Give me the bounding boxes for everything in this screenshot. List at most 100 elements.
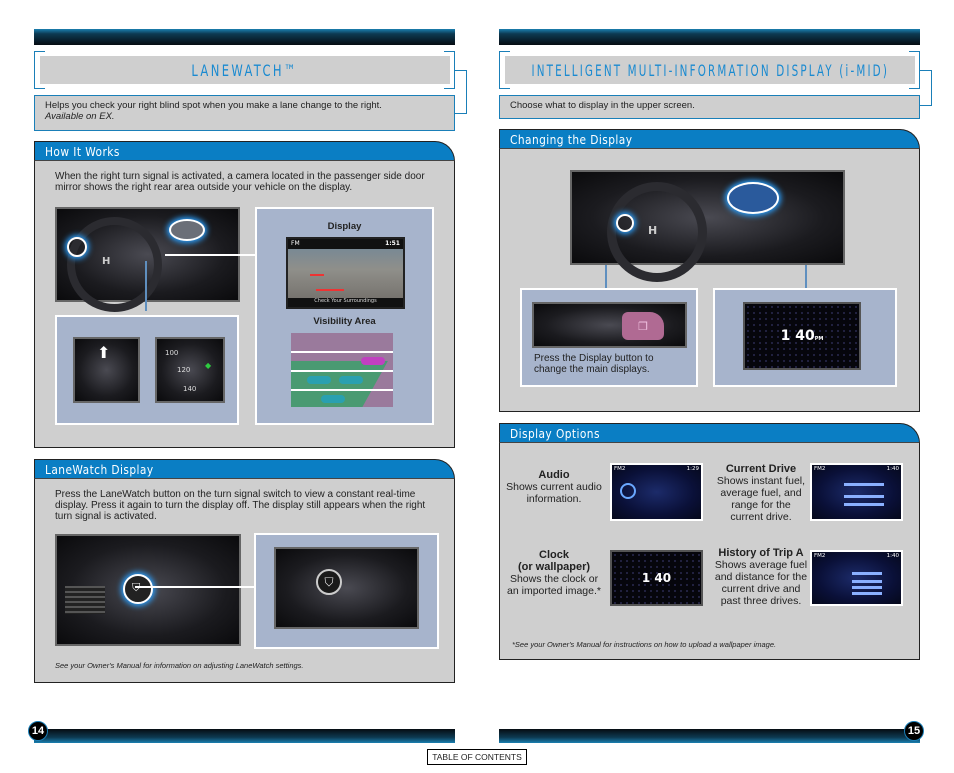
display-options-panel: Audio Shows current audio information. F… (499, 443, 920, 660)
lanewatch-button-closeup: ⛉ (274, 547, 419, 629)
left-top-bar (34, 29, 455, 45)
turn-signal-stalk-photo: ⬆ (73, 337, 140, 403)
clock-wallpaper-screen: 1 40 (610, 550, 703, 606)
display-inset: Display FM 1:51 Check Your Surroundings … (255, 207, 434, 425)
fuel-bar (844, 495, 884, 498)
radio-icon (620, 483, 636, 499)
title-connector (455, 70, 467, 114)
screen-source: FM2 (614, 466, 626, 472)
screen-status-bar: FM2 1:40 (814, 466, 899, 472)
screen-status-bar: FM 1:51 (288, 239, 403, 249)
turn-signal-inset: ⬆ 100 120 140 ◆ (55, 315, 239, 425)
arrow-up-icon: ⬆ (97, 343, 111, 362)
subtitle-text: Helps you check your right blind spot wh… (45, 100, 382, 111)
option-current-drive: Current Drive Shows instant fuel, averag… (714, 463, 808, 523)
right-bottom-bar (499, 729, 920, 743)
imid-dashboard-photo: H (570, 170, 845, 282)
clock-value: 1 40 (641, 571, 672, 585)
visibility-diagram (291, 333, 393, 407)
green-arrow-icon: ◆ (205, 361, 212, 370)
connector-line (805, 265, 807, 289)
display-button-inset: ❐ Press the Display button to change the… (520, 288, 698, 387)
display-label: Display (327, 221, 362, 232)
lanewatch-display-text: Press the LaneWatch button on the turn s… (55, 489, 426, 522)
option-title-2: (or wallpaper) (517, 561, 591, 573)
option-audio: Audio Shows current audio information. (504, 469, 604, 505)
how-it-works-header: How It Works (34, 141, 455, 161)
car-icon (321, 395, 345, 403)
changing-display-heading: Changing the Display (510, 132, 633, 147)
changing-display-panel: H ❐ Press the Display button to change t… (499, 149, 920, 412)
screen-time: 1:51 (385, 240, 400, 247)
option-desc: Shows the clock or an imported image.* (507, 573, 601, 597)
visibility-label: Visibility Area (313, 316, 376, 327)
title-connector (920, 70, 932, 106)
connector-line (605, 265, 607, 289)
screen-status-bar: FM2 1:40 (814, 553, 899, 559)
option-clock: Clock (or wallpaper) Shows the clock or … (504, 549, 604, 597)
how-it-works-panel: When the right turn signal is activated,… (34, 161, 455, 448)
current-drive-screen: FM2 1:40 (810, 463, 903, 521)
display-options-header: Display Options (499, 423, 920, 443)
lanewatch-button-highlight: ⛉ (123, 574, 153, 604)
clock-screen: 1 40 PM (743, 302, 861, 370)
lanewatch-button-icon: ⛉ (132, 581, 140, 595)
screen-time: 1:29 (686, 466, 699, 472)
vent (65, 586, 105, 614)
table-of-contents-link[interactable]: TABLE OF CONTENTS (427, 749, 527, 765)
wallpaper-footnote: *See your Owner's Manual for instruction… (512, 640, 777, 649)
guide-line (316, 289, 344, 291)
screen-source: FM2 (814, 553, 826, 559)
option-desc: Shows average fuel and distance for the … (714, 559, 808, 607)
clock-inset: 1 40 PM (713, 288, 897, 387)
history-bar (852, 586, 882, 589)
car-icon (307, 376, 331, 384)
lanewatch-footnote: See your Owner's Manual for information … (55, 661, 304, 670)
left-title-box: LANEWATCH™ (40, 56, 450, 84)
screen-banner: Check Your Surroundings (288, 298, 403, 307)
how-it-works-text: When the right turn signal is activated,… (55, 171, 425, 193)
availability-note: Available on EX. (45, 111, 115, 122)
option-history-trip-a: History of Trip A Shows average fuel and… (712, 547, 810, 607)
fuel-bar (844, 503, 884, 506)
clock-suffix: PM (814, 336, 824, 342)
speedo-tick: 120 (177, 366, 191, 374)
history-bar (852, 580, 882, 583)
display-button-icon[interactable]: ❐ (622, 312, 664, 340)
option-title: Current Drive (725, 463, 797, 475)
speedo-tick: 140 (183, 385, 197, 393)
page-title: LANEWATCH™ (191, 60, 299, 80)
lanewatch-button-inset: ⛉ (254, 533, 439, 649)
screen-source: FM (291, 240, 300, 247)
steering-wheel (67, 217, 162, 312)
page-title: INTELLIGENT MULTI-INFORMATION DISPLAY (i… (531, 60, 889, 80)
changing-display-header: Changing the Display (499, 129, 920, 149)
option-title: Audio (538, 469, 570, 481)
display-button-caption: Press the Display button to change the m… (534, 353, 654, 375)
imid-screen-highlight (727, 182, 779, 214)
screen-status-bar: FM2 1:29 (614, 466, 699, 472)
audio-screen: FM2 1:29 (610, 463, 703, 521)
option-title: Clock (539, 549, 569, 561)
left-bottom-bar (34, 729, 455, 743)
honda-logo: H (102, 256, 111, 267)
history-trip-screen: FM2 1:40 (810, 550, 903, 606)
guide-line (310, 274, 324, 276)
lanewatch-screen: FM 1:51 Check Your Surroundings (286, 237, 405, 309)
lanewatch-button-icon: ⛉ (316, 569, 342, 595)
display-options-heading: Display Options (510, 426, 600, 441)
lanewatch-display-header: LaneWatch Display (34, 459, 455, 479)
connector-line (165, 254, 257, 256)
option-desc: Shows instant fuel, average fuel, and ra… (716, 475, 806, 523)
lanewatch-display-heading: LaneWatch Display (45, 462, 154, 477)
connector-line (135, 586, 255, 588)
speedo-tick: 100 (165, 349, 179, 357)
lane-line (291, 351, 393, 353)
left-subtitle-box: Helps you check your right blind spot wh… (34, 95, 455, 131)
display-button-photo: ❐ (532, 302, 687, 348)
page-number-left: 14 (28, 721, 48, 741)
page-number-right: 15 (904, 721, 924, 741)
clock-value: 1 40 (780, 328, 815, 344)
lane-line (291, 370, 393, 372)
screen-time: 1:40 (886, 466, 899, 472)
